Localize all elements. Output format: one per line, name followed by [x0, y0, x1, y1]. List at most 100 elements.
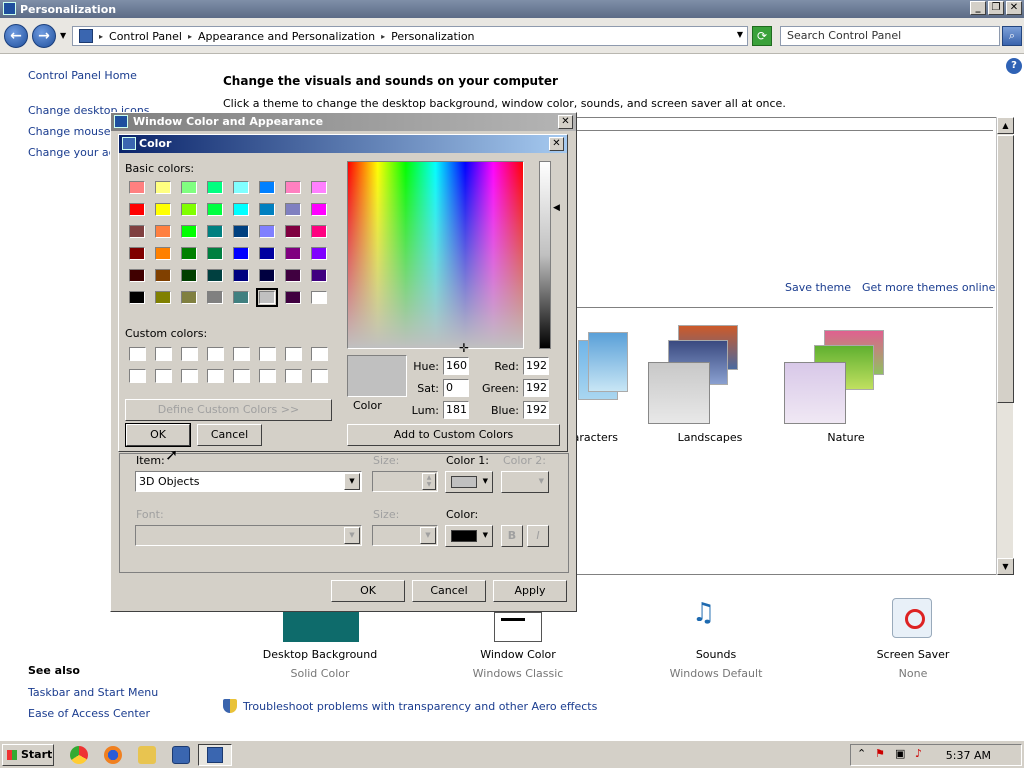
basic-color-swatch[interactable]: [207, 247, 223, 260]
sounds-item[interactable]: Sounds Windows Default: [641, 648, 791, 680]
breadcrumb-arrow-icon[interactable]: ▸: [381, 32, 385, 41]
basic-color-swatch[interactable]: [207, 269, 223, 282]
lum-input[interactable]: 181: [443, 401, 469, 419]
size-stepper[interactable]: ▲ ▼: [372, 471, 438, 492]
stepper-arrows-icon[interactable]: ▲ ▼: [422, 473, 436, 490]
window-color-icon[interactable]: [494, 612, 542, 642]
scroll-up-icon[interactable]: ▲: [997, 117, 1014, 134]
blue-input[interactable]: 192: [523, 401, 549, 419]
search-input[interactable]: Search Control Panel: [780, 26, 1000, 46]
personalization-taskbar-button[interactable]: [198, 744, 232, 766]
basic-color-swatch[interactable]: [285, 225, 301, 238]
scroll-down-icon[interactable]: ▼: [997, 558, 1014, 575]
font-select[interactable]: ▼: [135, 525, 362, 546]
apply-button[interactable]: Apply: [493, 580, 567, 602]
luminosity-pointer-icon[interactable]: ◀: [553, 203, 560, 213]
basic-color-swatch[interactable]: [207, 291, 223, 304]
sidebar-home-link[interactable]: Control Panel Home: [28, 69, 137, 82]
address-bar[interactable]: ▸ Control Panel ▸ Appearance and Persona…: [72, 26, 748, 46]
custom-color-swatch[interactable]: [285, 347, 302, 361]
basic-color-swatch[interactable]: [285, 203, 301, 216]
basic-color-swatch[interactable]: [311, 181, 327, 194]
basic-color-swatch[interactable]: [256, 288, 278, 307]
basic-color-swatch[interactable]: [233, 225, 249, 238]
basic-color-swatch[interactable]: [233, 269, 249, 282]
basic-color-swatch[interactable]: [233, 291, 249, 304]
custom-color-swatch[interactable]: [233, 347, 250, 361]
basic-color-swatch[interactable]: [129, 203, 145, 216]
font-size-select[interactable]: ▼: [372, 525, 438, 546]
sounds-title[interactable]: Sounds: [696, 648, 736, 661]
troubleshoot-link[interactable]: Troubleshoot problems with transparency …: [243, 700, 597, 713]
color-spectrum[interactable]: [347, 161, 524, 349]
green-input[interactable]: 192: [523, 379, 549, 397]
back-arrow-icon[interactable]: ←: [4, 24, 28, 48]
firefox-icon[interactable]: [104, 746, 122, 764]
chrome-icon[interactable]: [70, 746, 88, 764]
scroll-thumb[interactable]: [997, 135, 1014, 403]
sat-input[interactable]: 0: [443, 379, 469, 397]
font-color-button[interactable]: ▼: [445, 525, 493, 547]
basic-color-swatch[interactable]: [181, 225, 197, 238]
custom-color-swatch[interactable]: [259, 347, 276, 361]
basic-color-swatch[interactable]: [311, 225, 327, 238]
custom-color-swatch[interactable]: [181, 347, 198, 361]
recent-pages-dropdown-icon[interactable]: ▼: [60, 31, 66, 40]
desktop-background-swatch[interactable]: [283, 612, 359, 642]
restore-button[interactable]: ❐: [988, 1, 1004, 15]
breadcrumb-personalization[interactable]: Personalization: [391, 30, 474, 43]
custom-color-swatch[interactable]: [181, 369, 198, 383]
theme-nature-label[interactable]: Nature: [776, 431, 916, 444]
desktop-background-item[interactable]: Desktop Background Solid Color: [245, 648, 395, 680]
close-button[interactable]: ✕: [549, 137, 564, 151]
network-icon[interactable]: ▣: [895, 747, 905, 760]
chevron-down-icon[interactable]: ▼: [344, 473, 360, 490]
basic-color-swatch[interactable]: [181, 247, 197, 260]
basic-color-swatch[interactable]: [129, 247, 145, 260]
breadcrumb-arrow-icon[interactable]: ▸: [188, 32, 192, 41]
basic-color-swatch[interactable]: [129, 181, 145, 194]
basic-color-swatch[interactable]: [181, 269, 197, 282]
define-custom-colors-button[interactable]: Define Custom Colors >>: [125, 399, 332, 421]
red-input[interactable]: 192: [523, 357, 549, 375]
refresh-icon[interactable]: ⟳: [752, 26, 772, 46]
basic-color-swatch[interactable]: [259, 247, 275, 260]
basic-color-swatch[interactable]: [129, 291, 145, 304]
basic-color-swatch[interactable]: [259, 203, 275, 216]
basic-color-swatch[interactable]: [311, 269, 327, 282]
volume-icon[interactable]: ♪: [915, 747, 922, 760]
see-also-taskbar-link[interactable]: Taskbar and Start Menu: [28, 686, 158, 699]
custom-color-swatch[interactable]: [311, 369, 328, 383]
clock[interactable]: 5:37 AM: [946, 749, 991, 762]
basic-color-swatch[interactable]: [207, 203, 223, 216]
basic-color-swatch[interactable]: [233, 181, 249, 194]
item-select[interactable]: 3D Objects ▼: [135, 471, 362, 492]
close-button[interactable]: ✕: [558, 115, 573, 129]
basic-color-swatch[interactable]: [155, 203, 171, 216]
cancel-button[interactable]: Cancel: [412, 580, 486, 602]
action-center-icon[interactable]: ⚑: [875, 747, 885, 760]
start-button[interactable]: Start: [2, 744, 54, 766]
custom-color-swatch[interactable]: [129, 369, 146, 383]
window-color-item[interactable]: Window Color Windows Classic: [443, 648, 593, 680]
basic-color-swatch[interactable]: [285, 269, 301, 282]
custom-color-swatch[interactable]: [207, 347, 224, 361]
custom-color-swatch[interactable]: [259, 369, 276, 383]
italic-button[interactable]: I: [527, 525, 549, 547]
color2-button[interactable]: ▼: [501, 471, 549, 493]
screen-saver-title[interactable]: Screen Saver: [877, 648, 950, 661]
custom-color-swatch[interactable]: [155, 369, 172, 383]
close-button[interactable]: ✕: [1006, 1, 1022, 15]
basic-color-swatch[interactable]: [233, 247, 249, 260]
chevron-down-icon[interactable]: ▼: [420, 527, 436, 544]
ok-button[interactable]: OK: [125, 423, 191, 447]
theme-landscapes-label[interactable]: Landscapes: [640, 431, 780, 444]
color1-button[interactable]: ▼: [445, 471, 493, 493]
add-to-custom-colors-button[interactable]: Add to Custom Colors: [347, 424, 560, 446]
get-more-themes-link[interactable]: Get more themes online: [862, 281, 995, 294]
basic-color-swatch[interactable]: [155, 269, 171, 282]
basic-color-swatch[interactable]: [207, 225, 223, 238]
basic-color-swatch[interactable]: [233, 203, 249, 216]
basic-color-swatch[interactable]: [285, 247, 301, 260]
desktop-background-title[interactable]: Desktop Background: [263, 648, 378, 661]
